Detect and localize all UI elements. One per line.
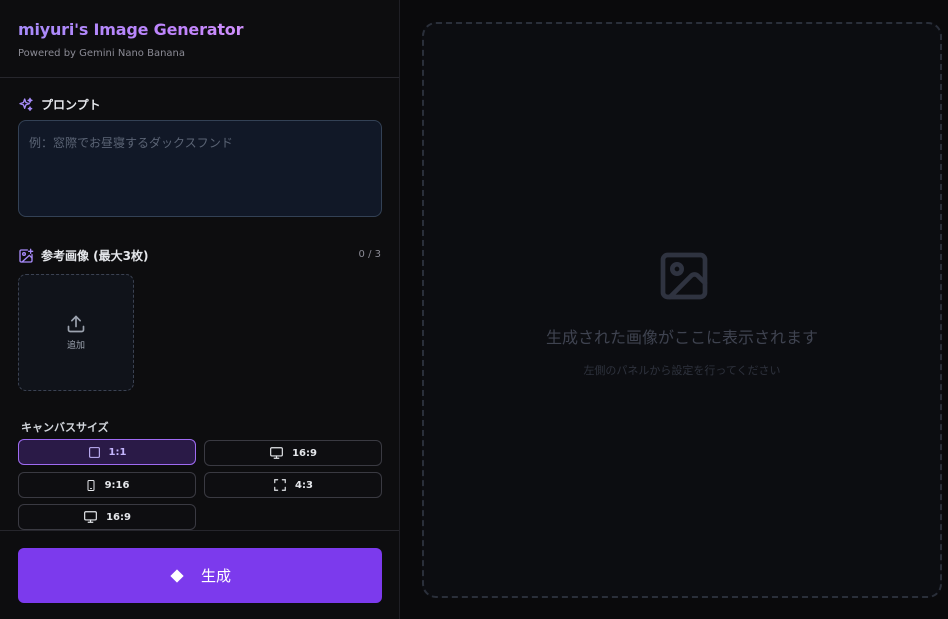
canvas-size-option-9-16[interactable]: 9:16	[18, 472, 196, 498]
reference-section-label: 参考画像 (最大3枚)	[18, 247, 149, 264]
prompt-input[interactable]	[18, 120, 382, 217]
reference-count: 0 / 3	[358, 249, 381, 260]
canvas-size-label-text: 16:9	[106, 511, 131, 523]
phone-icon	[85, 478, 97, 493]
sparkles-icon	[18, 97, 34, 113]
app-header: miyuri's Image Generator Powered by Gemi…	[0, 0, 399, 78]
add-label: 追加	[66, 341, 85, 351]
image-plus-icon	[18, 248, 34, 264]
canvas-size-label-text: 9:16	[104, 479, 130, 491]
reference-label: 参考画像 (最大3枚)	[41, 249, 149, 263]
generate-label: 生成	[200, 567, 231, 585]
diamond-icon	[169, 568, 185, 584]
canvas-size-option-16-9-alt[interactable]: 16:9	[18, 504, 196, 530]
canvas-size-label-text: 1:1	[108, 446, 127, 458]
prompt-label: プロンプト	[41, 98, 101, 112]
canvas-size-option-4-3[interactable]: 4:3	[204, 472, 382, 498]
preview-placeholder-subtitle: 左側のパネルから設定を行ってください	[583, 364, 781, 377]
square-icon	[88, 446, 101, 459]
image-preview-area: 生成された画像がここに表示されます 左側のパネルから設定を行ってください	[422, 22, 942, 598]
preview-placeholder-title: 生成された画像がここに表示されます	[545, 328, 818, 347]
app-title: miyuri's Image Generator	[18, 20, 381, 39]
add-reference-image-button[interactable]: 追加	[18, 274, 134, 391]
monitor-icon	[269, 446, 284, 460]
canvas-size-label-text: 4:3	[295, 479, 313, 491]
canvas-size-option-1-1[interactable]: 1:1	[18, 439, 196, 465]
canvas-size-label: キャンバスサイズ	[21, 421, 109, 434]
frame-corners-icon	[273, 478, 287, 492]
prompt-section-label: プロンプト	[18, 96, 101, 113]
control-panel: miyuri's Image Generator Powered by Gemi…	[0, 0, 400, 619]
preview-pane: 生成された画像がここに表示されます 左側のパネルから設定を行ってください	[400, 0, 948, 619]
image-icon	[656, 248, 712, 304]
monitor-icon	[83, 510, 98, 524]
app-subtitle: Powered by Gemini Nano Banana	[18, 48, 186, 59]
canvas-size-option-16-9[interactable]: 16:9	[204, 440, 382, 466]
canvas-size-label-text: 16:9	[292, 447, 317, 459]
upload-icon	[66, 314, 86, 334]
generate-button[interactable]: 生成	[18, 548, 382, 603]
